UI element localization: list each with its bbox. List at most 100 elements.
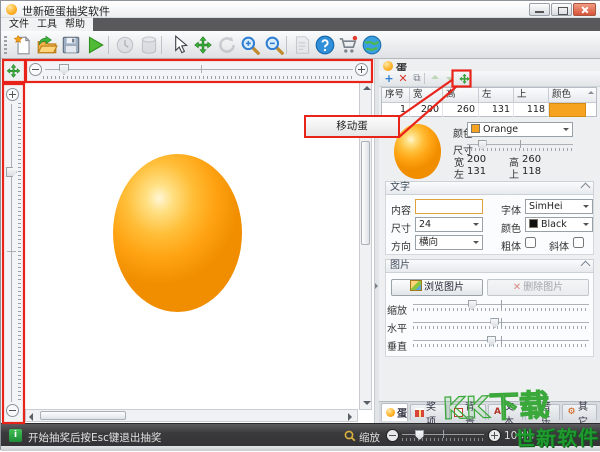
browse-image-button[interactable]: 浏览图片 [391, 279, 483, 296]
toolbar-grip [4, 36, 7, 54]
egg-properties-panel: 蛋 + ✕ ⧉ 序号 宽 高 左 上 颜色 1 200 [379, 59, 600, 423]
egg-table: 序号 宽 高 左 上 颜色 1 200 260 131 118 [381, 87, 597, 117]
menu-file[interactable]: 文件 [9, 18, 29, 31]
egg-table-row[interactable]: 1 200 260 131 118 [382, 103, 596, 117]
font-dropdown[interactable]: SimHei [525, 199, 593, 214]
egg-width-value: 200 [467, 154, 486, 165]
tab-egg[interactable]: 蛋 [381, 403, 408, 421]
canvas-move-corner[interactable] [2, 59, 25, 82]
collapse-icon [581, 183, 591, 193]
move-down-button[interactable] [443, 72, 457, 86]
status-zoom-out-button[interactable] [386, 429, 399, 442]
vruler-thumb[interactable] [6, 167, 17, 177]
font-size-dropdown[interactable]: 24 [415, 217, 483, 232]
canvas-hscrollbar[interactable] [25, 409, 358, 422]
vruler-plus-button[interactable] [6, 88, 19, 101]
gear-icon: ⚙ [567, 408, 576, 417]
gift-icon [415, 408, 424, 417]
move-up-button[interactable] [428, 72, 442, 86]
window-resize-strip [1, 446, 600, 451]
col-top: 上 [514, 88, 549, 102]
move-egg-icon [458, 73, 471, 86]
vruler-ticks [18, 103, 21, 403]
image-vertical-slider[interactable] [413, 336, 589, 349]
hruler-plus-button[interactable] [355, 63, 368, 76]
menu-bar: 文件 工具 帮助 [1, 18, 600, 31]
hscroll-thumb[interactable] [40, 411, 126, 420]
black-swatch [529, 219, 538, 228]
report-icon [291, 34, 313, 56]
tab-prizes[interactable]: 奖项 [410, 404, 447, 420]
font-color-dropdown[interactable]: Black [525, 217, 593, 232]
rotate-icon [216, 34, 238, 56]
menu-tools[interactable]: 工具 [37, 18, 57, 31]
image-section-header[interactable]: 图片 [385, 259, 594, 273]
delete-egg-button[interactable]: ✕ [396, 72, 410, 86]
maximize-button[interactable] [551, 3, 572, 16]
image-scale-slider[interactable] [413, 300, 589, 313]
text-content-input[interactable] [415, 199, 483, 214]
tab-other[interactable]: ⚙其它 [562, 404, 597, 420]
image-horizontal-slider[interactable] [413, 318, 589, 331]
title-bar: 世新砸蛋抽奖软件 [1, 1, 600, 18]
scroll-right-icon[interactable] [348, 413, 352, 421]
tab-text[interactable]: A文本 [488, 404, 523, 420]
vertical-ruler[interactable] [2, 83, 25, 423]
vruler-center-tick [7, 251, 16, 252]
cart-icon[interactable] [337, 34, 359, 56]
window-title: 世新砸蛋抽奖软件 [22, 3, 110, 19]
copy-egg-button[interactable]: ⧉ [410, 72, 424, 86]
menu-help[interactable]: 帮助 [65, 18, 85, 31]
horizontal-ruler[interactable] [25, 59, 373, 82]
orange-swatch [471, 124, 480, 133]
add-egg-button[interactable]: + [382, 72, 396, 86]
egg-color-dropdown[interactable]: Orange [467, 122, 573, 137]
app-egg-icon [6, 4, 17, 15]
delete-image-button: ✕删除图片 [487, 279, 589, 296]
cursor-icon[interactable] [168, 34, 190, 56]
bold-checkbox[interactable] [525, 237, 536, 248]
egg-size-slider[interactable] [467, 140, 573, 153]
open-folder-icon[interactable] [36, 34, 58, 56]
col-index: 序号 [382, 88, 410, 102]
help-icon[interactable] [314, 34, 336, 56]
move-icon[interactable] [192, 34, 214, 56]
text-a-icon: A [493, 408, 502, 417]
move-all-icon [5, 62, 22, 79]
tab-background[interactable]: 背景 [449, 404, 486, 420]
shixin-software-watermark: 世新软件 [515, 421, 600, 451]
direction-dropdown[interactable]: 横向 [415, 235, 483, 250]
zoom-out-icon[interactable] [263, 34, 285, 56]
minimize-button[interactable] [529, 3, 550, 16]
info-icon: i [9, 429, 22, 442]
scroll-down-icon[interactable] [363, 401, 371, 405]
scroll-left-icon[interactable] [29, 413, 33, 421]
music-note-icon: ♪ [530, 408, 539, 417]
minimize-icon [535, 11, 544, 13]
new-file-icon[interactable] [12, 34, 34, 56]
vruler-minus-button[interactable] [6, 404, 19, 417]
panel-tab-bar: 蛋 奖项 背景 A文本 ♪音乐 ⚙其它 [379, 401, 600, 423]
scroll-up-icon[interactable] [363, 86, 371, 90]
save-icon[interactable] [60, 34, 82, 56]
status-zoom-slider[interactable] [402, 430, 484, 443]
egg-object[interactable] [113, 154, 242, 312]
table-scroll-icon[interactable] [588, 91, 594, 94]
move-egg-tooltip: 移动蛋 [304, 115, 400, 138]
move-egg-button[interactable] [457, 72, 471, 86]
status-zoom-in-button[interactable] [488, 429, 501, 442]
web-icon[interactable] [361, 34, 383, 56]
zoom-in-icon[interactable] [239, 34, 261, 56]
status-magnifier-icon [343, 429, 357, 443]
hruler-minus-button[interactable] [29, 63, 42, 76]
text-section-header[interactable]: 文字 [385, 181, 594, 195]
status-message: 开始抽奖后按Esc键退出抽奖 [28, 430, 161, 445]
database-icon [138, 34, 160, 56]
italic-checkbox[interactable] [573, 237, 584, 248]
close-button[interactable] [573, 3, 596, 16]
hruler-thumb[interactable] [59, 64, 69, 75]
run-icon[interactable] [84, 34, 106, 56]
vscroll-thumb[interactable] [361, 141, 370, 245]
picture-icon [454, 408, 463, 417]
tab-music[interactable]: ♪音乐 [525, 404, 560, 420]
